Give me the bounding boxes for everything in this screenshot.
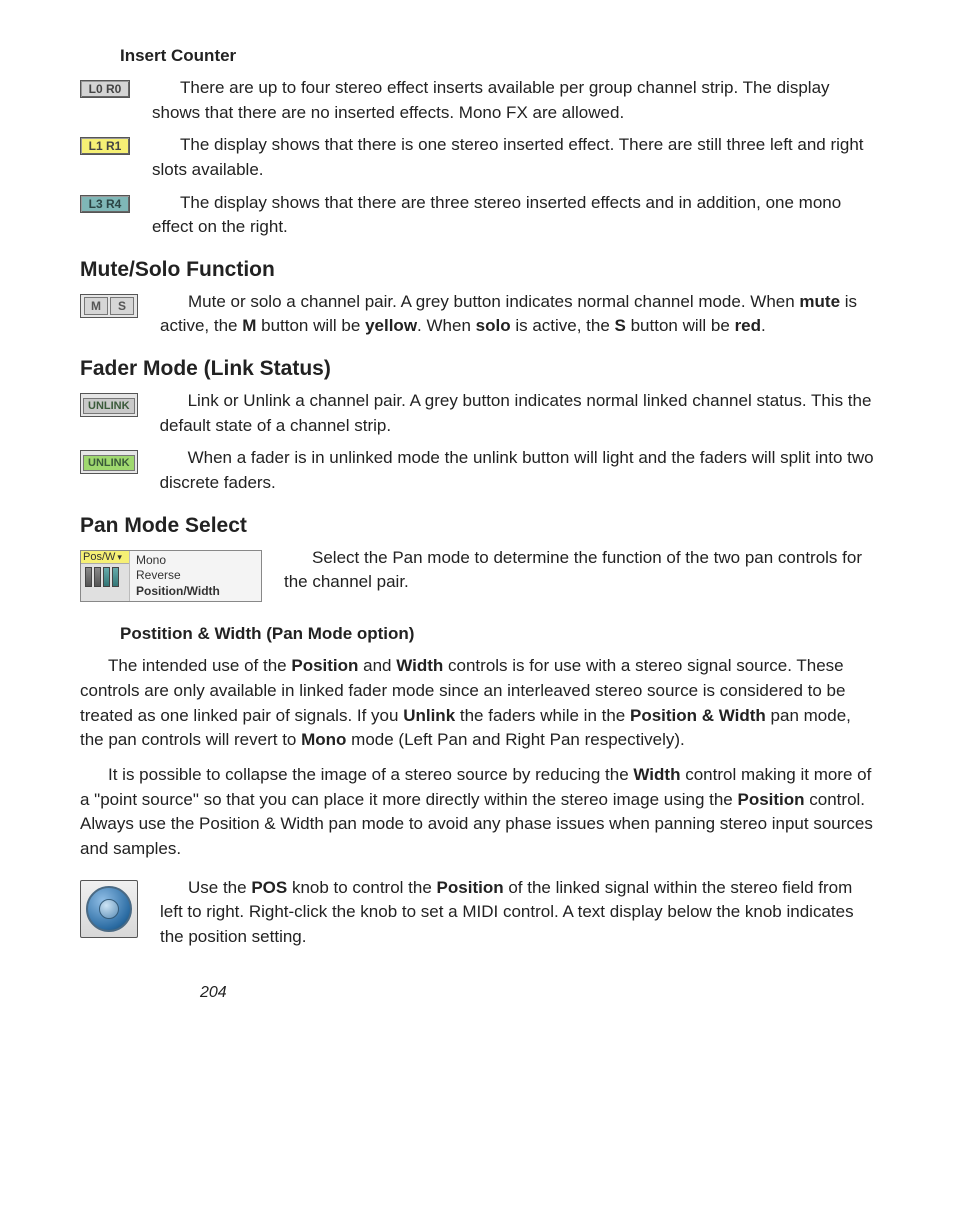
t: mode (Left Pan and Right Pan respectivel… <box>346 730 684 749</box>
pan-mode-menu-left: Pos/W <box>81 551 130 602</box>
t: button will be <box>256 316 365 335</box>
pan-mode-text: Select the Pan mode to determine the fun… <box>284 546 874 595</box>
unlink-label: UNLINK <box>83 455 135 471</box>
t: . When <box>417 316 476 335</box>
mute-button[interactable]: M <box>84 297 108 315</box>
t: is active, the <box>511 316 615 335</box>
pos-knob[interactable] <box>80 880 138 938</box>
fader-mode-heading: Fader Mode (Link Status) <box>80 357 874 381</box>
pos-knob-text: Use the POS knob to control the Position… <box>160 876 874 950</box>
unlink-label: UNLINK <box>83 398 135 414</box>
insert-counter-text: There are up to four stereo effect inser… <box>152 76 874 125</box>
t: The intended use of the <box>108 656 291 675</box>
page-number: 204 <box>200 984 874 1002</box>
t: Use the <box>188 878 251 897</box>
fader-linked-row: UNLINK Link or Unlink a channel pair. A … <box>80 389 874 438</box>
bold: M <box>242 316 256 335</box>
t: and <box>358 656 396 675</box>
mute-solo-buttons: M S <box>80 294 138 318</box>
bold: Position <box>437 878 504 897</box>
insert-counter-heading: Insert Counter <box>120 46 874 66</box>
insert-counter-text: The display shows that there is one ster… <box>152 133 874 182</box>
bold: Position & Width <box>630 706 766 725</box>
t: knob to control the <box>287 878 436 897</box>
pan-mode-tag[interactable]: Pos/W <box>81 551 129 564</box>
mute-solo-row: M S Mute or solo a channel pair. A grey … <box>80 290 874 339</box>
bold: POS <box>251 878 287 897</box>
t: Mute or solo a channel pair. A grey butt… <box>188 292 799 311</box>
solo-button[interactable]: S <box>110 297 134 315</box>
pan-mode-heading: Pan Mode Select <box>80 514 874 538</box>
mini-faders-icon <box>81 564 129 590</box>
unlink-button-on[interactable]: UNLINK <box>80 450 138 474</box>
manual-page: Insert Counter L0 R0 There are up to fou… <box>0 0 954 1042</box>
pan-mode-row: Pos/W Mono Reverse Position/Width Select… <box>80 546 874 603</box>
pan-option-mono[interactable]: Mono <box>136 553 255 569</box>
insert-counter-text: The display shows that there are three s… <box>152 191 874 240</box>
bold: solo <box>476 316 511 335</box>
bold: red <box>735 316 761 335</box>
insert-counter-badge: L3 R4 <box>80 195 130 213</box>
insert-counter-row-1: L1 R1 The display shows that there is on… <box>80 133 874 182</box>
bold: Width <box>396 656 443 675</box>
mute-solo-text: Mute or solo a channel pair. A grey butt… <box>160 290 874 339</box>
fader-unlinked-text: When a fader is in unlinked mode the unl… <box>160 446 874 495</box>
bold: Mono <box>301 730 346 749</box>
position-width-p2: It is possible to collapse the image of … <box>80 763 874 862</box>
bold: Position <box>737 790 804 809</box>
bold: S <box>615 316 626 335</box>
bold: Position <box>291 656 358 675</box>
bold: Width <box>633 765 680 784</box>
insert-counter-badge: L1 R1 <box>80 137 130 155</box>
knob-icon <box>86 886 132 932</box>
pan-mode-options: Mono Reverse Position/Width <box>130 551 261 602</box>
bold: yellow <box>365 316 417 335</box>
fader-unlinked-row: UNLINK When a fader is in unlinked mode … <box>80 446 874 495</box>
t: . <box>761 316 766 335</box>
t: button will be <box>626 316 735 335</box>
bold: Unlink <box>403 706 455 725</box>
t: the faders while in the <box>455 706 630 725</box>
unlink-button-off[interactable]: UNLINK <box>80 393 138 417</box>
pan-option-reverse[interactable]: Reverse <box>136 568 255 584</box>
position-width-p1: The intended use of the Position and Wid… <box>80 654 874 753</box>
mute-solo-heading: Mute/Solo Function <box>80 258 874 282</box>
insert-counter-badge: L0 R0 <box>80 80 130 98</box>
pan-option-poswidth[interactable]: Position/Width <box>136 584 255 600</box>
bold: mute <box>799 292 840 311</box>
insert-counter-row-0: L0 R0 There are up to four stereo effect… <box>80 76 874 125</box>
pos-knob-row: Use the POS knob to control the Position… <box>80 876 874 950</box>
pan-mode-menu[interactable]: Pos/W Mono Reverse Position/Width <box>80 550 262 603</box>
fader-linked-text: Link or Unlink a channel pair. A grey bu… <box>160 389 874 438</box>
insert-counter-row-2: L3 R4 The display shows that there are t… <box>80 191 874 240</box>
t: It is possible to collapse the image of … <box>108 765 633 784</box>
position-width-heading: Postition & Width (Pan Mode option) <box>120 624 874 644</box>
